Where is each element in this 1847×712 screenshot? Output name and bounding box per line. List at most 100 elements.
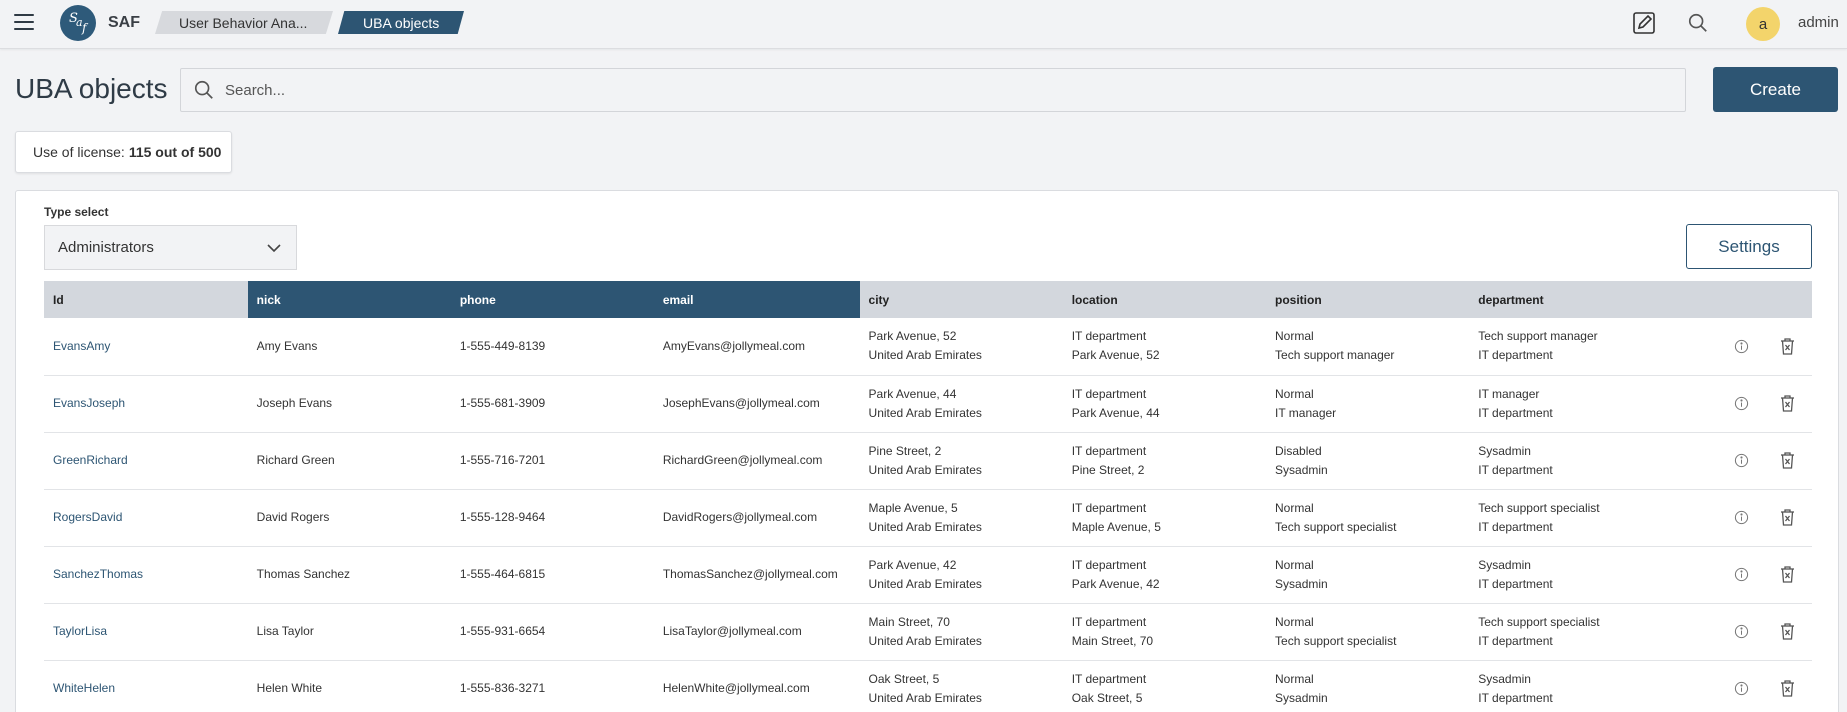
cell-phone: 1-555-449-8139: [450, 318, 654, 376]
avatar[interactable]: a: [1746, 7, 1780, 41]
info-icon[interactable]: [1734, 396, 1749, 411]
cell-email: HelenWhite@jollymeal.com: [653, 660, 860, 712]
cell-city: Park Avenue, 52 United Arab Emirates: [859, 318, 1063, 376]
table-row: GreenRichard Richard Green 1-555-716-720…: [44, 432, 1812, 490]
cell-nick: Richard Green: [247, 432, 451, 490]
info-icon[interactable]: [1734, 624, 1749, 639]
license-value: 115 out of 500: [128, 144, 222, 160]
cell-phone: 1-555-464-6815: [450, 546, 654, 604]
cell-id[interactable]: WhiteHelen: [44, 660, 248, 712]
breadcrumb-uba[interactable]: User Behavior Ana...: [155, 11, 333, 34]
info-icon[interactable]: [1734, 681, 1749, 696]
cell-actions: [1672, 660, 1812, 712]
cell-department: Sysadmin IT department: [1469, 660, 1673, 712]
cell-actions: [1672, 546, 1812, 604]
cell-id[interactable]: GreenRichard: [44, 432, 248, 490]
column-header-phone[interactable]: phone: [450, 281, 654, 318]
column-header-id[interactable]: Id: [44, 281, 248, 318]
info-icon[interactable]: [1734, 453, 1749, 468]
cell-actions: [1672, 318, 1812, 376]
chevron-down-icon: [266, 240, 282, 260]
edit-icon[interactable]: [1632, 11, 1656, 35]
cell-position: Normal Sysadmin: [1266, 546, 1470, 604]
cell-phone: 1-555-128-9464: [450, 489, 654, 547]
cell-location: IT department Pine Street, 2: [1062, 432, 1267, 490]
cell-nick: Lisa Taylor: [247, 603, 451, 661]
table-row: TaylorLisa Lisa Taylor 1-555-931-6654 Li…: [44, 603, 1812, 661]
app-name: SAF: [108, 14, 140, 31]
search-input[interactable]: [225, 81, 1625, 99]
info-icon[interactable]: [1734, 567, 1749, 582]
column-header-email[interactable]: email: [653, 281, 860, 318]
column-header-location[interactable]: location: [1062, 281, 1267, 318]
trash-icon[interactable]: [1779, 451, 1796, 470]
search-bar: [180, 68, 1686, 112]
cell-actions: [1672, 489, 1812, 547]
column-header-city[interactable]: city: [859, 281, 1063, 318]
cell-department: Tech support specialist IT department: [1469, 489, 1673, 547]
info-icon[interactable]: [1734, 510, 1749, 525]
menu-icon[interactable]: [14, 14, 34, 32]
cell-nick: Helen White: [247, 660, 451, 712]
cell-phone: 1-555-681-3909: [450, 375, 654, 433]
cell-id[interactable]: EvansJoseph: [44, 375, 248, 433]
cell-email: ThomasSanchez@jollymeal.com: [653, 546, 860, 604]
type-select-label: Type select: [44, 205, 109, 219]
cell-department: Tech support manager IT department: [1469, 318, 1673, 376]
cell-id[interactable]: RogersDavid: [44, 489, 248, 547]
trash-icon[interactable]: [1779, 679, 1796, 698]
page-title: UBA objects: [15, 73, 168, 104]
cell-position: Normal Tech support manager: [1266, 318, 1470, 376]
create-button[interactable]: Create: [1713, 67, 1838, 112]
cell-city: Park Avenue, 44 United Arab Emirates: [859, 375, 1063, 433]
cell-position: Normal Sysadmin: [1266, 660, 1470, 712]
cell-department: Sysadmin IT department: [1469, 432, 1673, 490]
cell-location: IT department Main Street, 70: [1062, 603, 1267, 661]
cell-phone: 1-555-716-7201: [450, 432, 654, 490]
cell-email: RichardGreen@jollymeal.com: [653, 432, 860, 490]
table-row: EvansJoseph Joseph Evans 1-555-681-3909 …: [44, 375, 1812, 433]
info-icon[interactable]: [1734, 339, 1749, 354]
cell-position: Disabled Sysadmin: [1266, 432, 1470, 490]
cell-position: Normal IT manager: [1266, 375, 1470, 433]
table-header-row: Id nick phone email city location positi…: [44, 281, 1812, 318]
column-header-nick[interactable]: nick: [247, 281, 451, 318]
cell-email: JosephEvans@jollymeal.com: [653, 375, 860, 433]
type-select-value: Administrators: [58, 239, 154, 256]
cell-nick: Thomas Sanchez: [247, 546, 451, 604]
cell-location: IT department Park Avenue, 42: [1062, 546, 1267, 604]
trash-icon[interactable]: [1779, 394, 1796, 413]
trash-icon[interactable]: [1779, 508, 1796, 527]
trash-icon[interactable]: [1779, 622, 1796, 641]
search-icon: [193, 79, 215, 101]
trash-icon[interactable]: [1779, 337, 1796, 356]
search-icon[interactable]: [1686, 11, 1710, 35]
svg-text:f: f: [81, 21, 89, 35]
cell-nick: Amy Evans: [247, 318, 451, 376]
cell-position: Normal Tech support specialist: [1266, 603, 1470, 661]
user-name[interactable]: admin: [1798, 14, 1839, 31]
breadcrumb-uba-objects[interactable]: UBA objects: [338, 11, 464, 34]
settings-button[interactable]: Settings: [1686, 224, 1812, 269]
column-header-position[interactable]: position: [1266, 281, 1470, 318]
cell-email: LisaTaylor@jollymeal.com: [653, 603, 860, 661]
cell-city: Pine Street, 2 United Arab Emirates: [859, 432, 1063, 490]
cell-nick: David Rogers: [247, 489, 451, 547]
cell-email: DavidRogers@jollymeal.com: [653, 489, 860, 547]
cell-city: Main Street, 70 United Arab Emirates: [859, 603, 1063, 661]
cell-id[interactable]: SanchezThomas: [44, 546, 248, 604]
cell-phone: 1-555-836-3271: [450, 660, 654, 712]
cell-actions: [1672, 432, 1812, 490]
cell-location: IT department Maple Avenue, 5: [1062, 489, 1267, 547]
cell-id[interactable]: TaylorLisa: [44, 603, 248, 661]
cell-department: IT manager IT department: [1469, 375, 1673, 433]
trash-icon[interactable]: [1779, 565, 1796, 584]
cell-city: Oak Street, 5 United Arab Emirates: [859, 660, 1063, 712]
cell-actions: [1672, 375, 1812, 433]
logo-icon[interactable]: S a f: [60, 5, 96, 41]
cell-id[interactable]: EvansAmy: [44, 318, 248, 376]
cell-location: IT department Park Avenue, 44: [1062, 375, 1267, 433]
column-header-actions: [1672, 281, 1812, 318]
column-header-department[interactable]: department: [1469, 281, 1673, 318]
type-select[interactable]: Administrators: [44, 225, 297, 270]
